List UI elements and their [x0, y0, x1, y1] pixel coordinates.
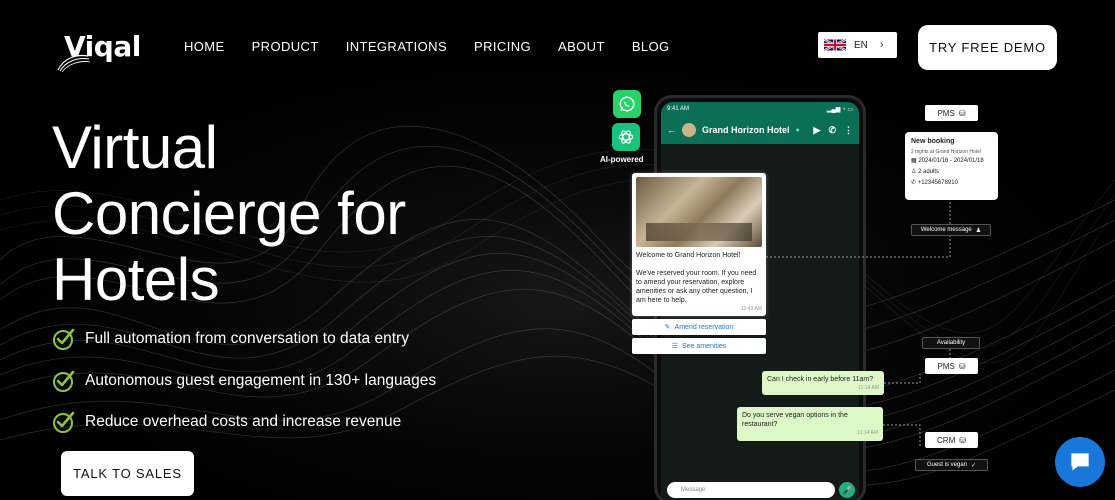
uk-flag-icon	[824, 38, 846, 52]
hero-title-line-1: Virtual	[52, 114, 218, 181]
product-visual: AI-powered 9:41 AM ▂▄▆ ◔ ▭ ← Grand Horiz…	[590, 85, 1020, 500]
top-navigation: Viqal HOME PRODUCT INTEGRATIONS PRICING …	[0, 0, 1115, 95]
language-code: EN	[854, 39, 868, 51]
hero-title-line-2: Concierge for	[52, 180, 406, 247]
nav-integrations[interactable]: INTEGRATIONS	[346, 39, 447, 54]
feature-item: Full automation from conversation to dat…	[52, 325, 436, 353]
feature-list: Full automation from conversation to dat…	[52, 325, 436, 450]
nav-home[interactable]: HOME	[184, 39, 225, 54]
check-circle-icon	[53, 370, 75, 392]
nav-pricing[interactable]: PRICING	[474, 39, 531, 54]
talk-to-sales-button[interactable]: TALK TO SALES	[61, 451, 194, 496]
chat-bubble-icon	[1071, 453, 1089, 471]
connector-lines	[766, 200, 951, 448]
feature-text: Reduce overhead costs and increase reven…	[85, 413, 402, 430]
main-menu: HOME PRODUCT INTEGRATIONS PRICING ABOUT …	[184, 39, 670, 54]
try-free-demo-button[interactable]: TRY FREE DEMO	[918, 25, 1057, 70]
feature-item: Reduce overhead costs and increase reven…	[52, 408, 436, 436]
nav-blog[interactable]: BLOG	[632, 39, 670, 54]
feature-text: Autonomous guest engagement in 130+ lang…	[85, 371, 437, 389]
logo-swoosh-icon	[57, 54, 90, 72]
feature-text: Full automation from conversation to dat…	[85, 330, 409, 347]
viqal-logo[interactable]: Viqal	[56, 30, 141, 74]
chevron-right-icon: ›	[879, 39, 884, 51]
language-selector[interactable]: EN ›	[818, 32, 897, 58]
chat-widget-button[interactable]	[1055, 437, 1105, 487]
hero-title: Virtual Concierge for Hotels	[52, 115, 406, 313]
check-circle-icon	[53, 411, 75, 433]
check-circle-icon	[53, 328, 75, 350]
feature-item: Autonomous guest engagement in 130+ lang…	[52, 367, 436, 395]
nav-about[interactable]: ABOUT	[558, 39, 605, 54]
nav-product[interactable]: PRODUCT	[252, 39, 319, 54]
hero-title-line-3: Hotels	[52, 246, 220, 313]
